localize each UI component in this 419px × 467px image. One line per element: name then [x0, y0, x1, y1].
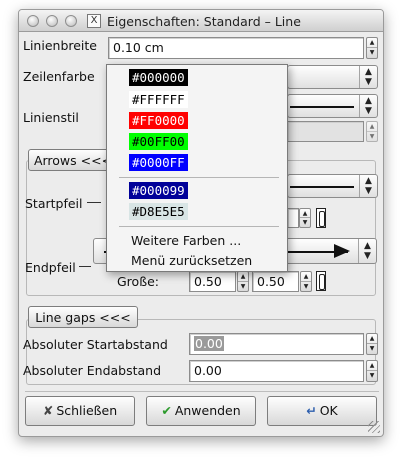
- close-button-label: Schließen: [56, 403, 118, 418]
- color-option-000000[interactable]: #000000: [129, 69, 188, 86]
- apply-button-label: Anwenden: [174, 403, 241, 418]
- stepper-down-icon: ▼: [369, 132, 375, 140]
- gap-end-label: Absoluter Endabstand: [23, 363, 162, 378]
- end-arrow-label: Endpfeil: [25, 260, 76, 275]
- more-colors-item[interactable]: Weitere Farben ...: [131, 233, 241, 248]
- title-bar[interactable]: X Eigenschaften: Standard – Line: [19, 10, 383, 32]
- combo-arrow-icon: ▲ ▼: [358, 239, 376, 263]
- end-arrow-connector: [79, 266, 91, 267]
- stepper-up-icon[interactable]: ▲: [238, 272, 248, 282]
- color-option-ff0000[interactable]: #FF0000: [129, 112, 188, 129]
- button-row-divider: [25, 391, 379, 392]
- arrow-size-height-stepper[interactable]: ▲ ▼: [300, 271, 312, 292]
- gap-end-input[interactable]: 0.00: [189, 360, 364, 382]
- arrow-size-link-icon[interactable]: [316, 271, 326, 291]
- close-button[interactable]: ✘ Schließen: [25, 396, 135, 426]
- arrow-size-width-input[interactable]: 0.50: [189, 271, 236, 292]
- reset-menu-item[interactable]: Menü zurücksetzen: [131, 253, 252, 268]
- x11-app-icon: X: [87, 14, 101, 28]
- resize-grip-icon[interactable]: [368, 421, 380, 433]
- start-arrow-combo[interactable]: ▲ ▼: [287, 174, 378, 198]
- start-arrow-size-stepper[interactable]: ▲ ▼: [299, 208, 311, 228]
- start-arrow-label: Startpfeil: [25, 196, 83, 211]
- start-arrow-link-icon[interactable]: [316, 208, 326, 228]
- stepper-up-icon: ▲: [367, 122, 377, 132]
- stepper-down-icon[interactable]: ▼: [301, 282, 311, 292]
- window-title: Eigenschaften: Standard – Line: [107, 14, 301, 29]
- zoom-window-icon[interactable]: [65, 15, 77, 27]
- arrows-toggle-button[interactable]: Arrows <<<: [28, 149, 118, 171]
- ok-button[interactable]: ↵ OK: [267, 396, 377, 426]
- line-style-label: Linienstil: [23, 110, 79, 125]
- stepper-down-icon[interactable]: ▼: [367, 344, 377, 354]
- line-style-extra-field: [287, 121, 364, 142]
- line-style-extra-stepper: ▲ ▼: [366, 121, 378, 142]
- gap-start-input[interactable]: 0.00: [189, 333, 364, 355]
- arrow-size-width-stepper[interactable]: ▲ ▼: [237, 271, 249, 292]
- color-option-00ff00[interactable]: #00FF00: [129, 133, 188, 150]
- checkmark-icon: ✔: [161, 403, 172, 418]
- start-arrow-connector: [87, 202, 101, 203]
- gap-start-label: Absoluter Startabstand: [23, 337, 168, 352]
- start-arrow-size-field[interactable]: [287, 208, 299, 228]
- stepper-up-icon[interactable]: ▲: [300, 209, 310, 218]
- minimize-window-icon[interactable]: [46, 15, 58, 27]
- stepper-down-icon[interactable]: ▼: [367, 48, 377, 58]
- stepper-up-icon[interactable]: ▲: [367, 38, 377, 48]
- close-window-icon[interactable]: [27, 15, 39, 27]
- arrow-head-icon: [334, 244, 350, 258]
- combo-arrow-icon: ▲ ▼: [359, 95, 377, 117]
- combo-arrow-icon: ▲ ▼: [359, 66, 377, 88]
- start-arrow-preview: [290, 186, 354, 188]
- color-option-000099[interactable]: #000099: [129, 182, 188, 199]
- stepper-up-icon[interactable]: ▲: [367, 361, 377, 371]
- line-color-combo[interactable]: ▲ ▼: [287, 65, 378, 89]
- stepper-down-icon[interactable]: ▼: [367, 371, 377, 381]
- enter-arrow-icon: ↵: [306, 403, 317, 418]
- gap-end-stepper[interactable]: ▲ ▼: [366, 360, 378, 382]
- arrow-size-label: Große:: [117, 274, 159, 289]
- color-option-d8e5e5[interactable]: #D8E5E5: [129, 203, 188, 220]
- gap-start-value: 0.00: [194, 336, 224, 351]
- color-option-ffffff[interactable]: #FFFFFF: [129, 91, 188, 108]
- color-option-0000ff[interactable]: #0000FF: [129, 154, 188, 171]
- line-width-stepper[interactable]: ▲ ▼: [366, 37, 378, 59]
- gaps-toggle-button[interactable]: Line gaps <<<: [28, 306, 138, 328]
- color-dropdown-menu: #000000 #FFFFFF #FF0000 #00FF00 #0000FF …: [106, 64, 288, 272]
- combo-arrow-icon: ▲ ▼: [359, 175, 377, 197]
- stepper-up-icon[interactable]: ▲: [301, 272, 311, 282]
- stepper-down-icon[interactable]: ▼: [238, 282, 248, 292]
- menu-separator: [119, 177, 279, 178]
- line-color-label: Zeilenfarbe: [23, 69, 95, 84]
- arrow-size-height-input[interactable]: 0.50: [252, 271, 299, 292]
- menu-separator: [119, 226, 279, 227]
- apply-button[interactable]: ✔ Anwenden: [146, 396, 256, 426]
- line-style-combo[interactable]: ▲ ▼: [287, 94, 378, 118]
- stepper-down-icon[interactable]: ▼: [300, 218, 310, 227]
- line-style-preview: [290, 106, 354, 108]
- ok-button-label: OK: [319, 403, 338, 418]
- line-width-label: Linienbreite: [23, 38, 97, 53]
- close-x-icon: ✘: [42, 403, 54, 418]
- line-width-input[interactable]: 0.10 cm: [108, 37, 364, 59]
- stepper-up-icon[interactable]: ▲: [367, 334, 377, 344]
- gap-start-stepper[interactable]: ▲ ▼: [366, 333, 378, 355]
